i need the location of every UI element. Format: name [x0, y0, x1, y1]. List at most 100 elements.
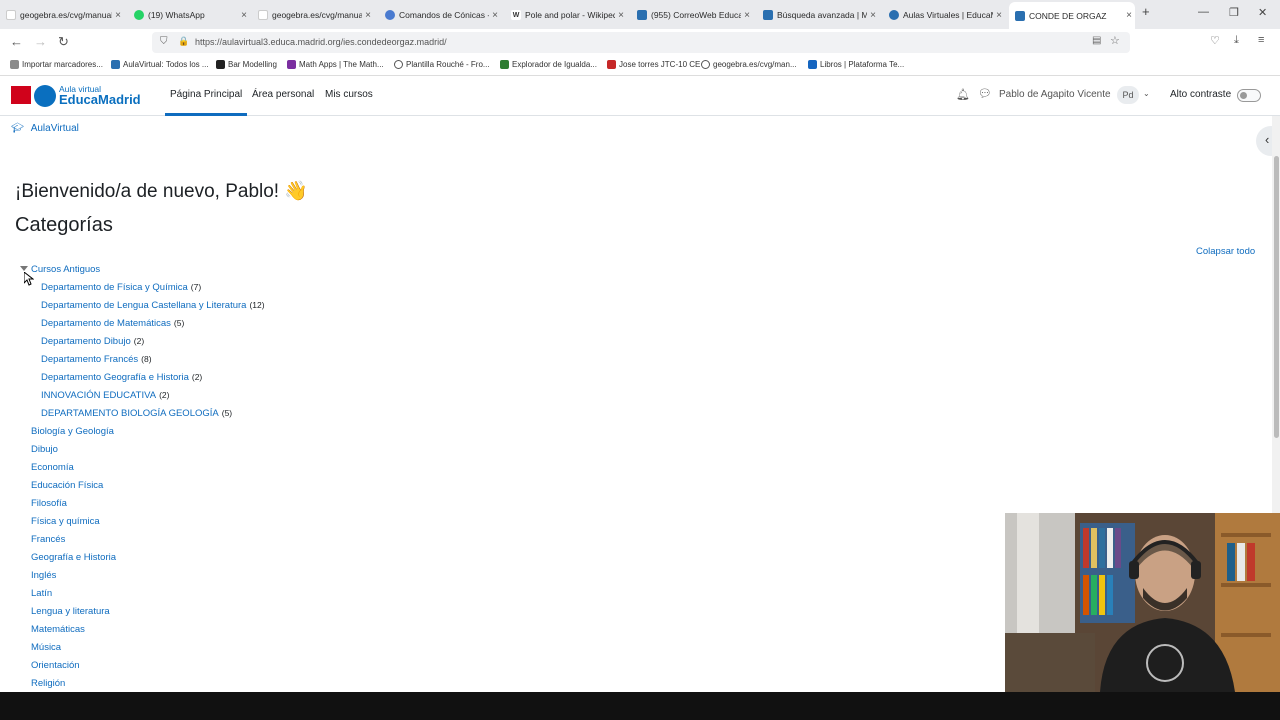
scrollbar-thumb[interactable]	[1274, 156, 1279, 438]
address-bar[interactable]: ⛉ 🔒 https://aulavirtual3.educa.madrid.or…	[152, 32, 1130, 53]
browser-tab-active[interactable]: CONDE DE ORGAZ ×	[1009, 2, 1135, 29]
high-contrast-toggle[interactable]	[1237, 89, 1261, 102]
browser-toolbar: ← → ↻ ⛉ 🔒 https://aulavirtual3.educa.mad…	[0, 29, 1280, 56]
lock-icon[interactable]: 🔒	[178, 36, 189, 47]
subcategory-item[interactable]: Departamento de Física y Química (7)	[41, 282, 201, 293]
category-link[interactable]: Religión	[31, 678, 65, 689]
chat-bubble-icon[interactable]: 💬︎	[978, 87, 992, 100]
nav-home-link[interactable]: Página Principal	[170, 89, 242, 100]
category-link[interactable]: Francés	[31, 534, 65, 545]
educamadrid-logo-icon[interactable]	[34, 85, 56, 107]
tab-favicon-icon	[385, 10, 395, 20]
category-link[interactable]: Dibujo	[31, 444, 58, 455]
high-contrast-label: Alto contraste	[1170, 89, 1232, 100]
tab-favicon-icon	[763, 10, 773, 20]
forward-arrow-icon[interactable]: →	[34, 34, 47, 49]
restore-icon[interactable]: ❐	[1229, 6, 1239, 19]
subcategory-item[interactable]: DEPARTAMENTO BIOLOGÍA GEOLOGÍA (5)	[41, 408, 232, 419]
bookmark-star-icon[interactable]: ☆	[1110, 34, 1120, 47]
subcategory-item[interactable]: Departamento Dibujo (2)	[41, 336, 144, 347]
category-link[interactable]: Matemáticas	[31, 624, 85, 635]
browser-tab-strip: geogebra.es/cvg/manual/co × (19) WhatsAp…	[0, 0, 1280, 29]
tab-close-icon[interactable]: ×	[362, 10, 374, 21]
logo-title[interactable]: EducaMadrid	[59, 92, 141, 107]
tab-close-icon[interactable]: ×	[615, 10, 627, 21]
book-icon	[808, 60, 817, 69]
category-link[interactable]: Inglés	[31, 570, 56, 581]
subcategory-item[interactable]: Departamento Geografía e Historia (2)	[41, 372, 202, 383]
bookmark-item[interactable]: AulaVirtual: Todos los ...	[111, 60, 209, 69]
browser-tab[interactable]: (19) WhatsApp ×	[128, 4, 250, 26]
pi-icon	[216, 60, 225, 69]
bookmark-item[interactable]: Explorador de Igualda...	[500, 60, 597, 69]
tab-close-icon[interactable]: ×	[238, 10, 250, 21]
subcategory-item[interactable]: Departamento de Matemáticas (5)	[41, 318, 184, 329]
menu-icon[interactable]: ≡	[1258, 34, 1264, 46]
download-icon[interactable]: ⤓	[1234, 34, 1239, 47]
reader-view-icon[interactable]: ▤	[1092, 35, 1101, 46]
nav-my-courses-link[interactable]: Mis cursos	[325, 89, 373, 100]
category-link[interactable]: Filosofía	[31, 498, 67, 509]
tab-title: Aulas Virtuales | EducaM	[903, 10, 993, 20]
browser-tab[interactable]: (955) CorreoWeb EducaM ×	[631, 4, 753, 26]
nav-dashboard-link[interactable]: Área personal	[252, 89, 314, 100]
subcategory-item[interactable]: INNOVACIÓN EDUCATIVA (2)	[41, 390, 169, 401]
browser-tab[interactable]: Comandos de Cónicas - ×	[379, 4, 501, 26]
new-tab-button[interactable]: +	[1142, 4, 1150, 19]
tab-close-icon[interactable]: ×	[993, 10, 1005, 21]
graduation-cap-icon: 🎓︎	[11, 123, 24, 134]
subcategory-item[interactable]: Departamento Francés (8)	[41, 354, 152, 365]
bell-icon[interactable]: 🔔︎	[956, 88, 970, 101]
bookmark-item[interactable]: Bar Modelling	[216, 60, 277, 69]
category-link[interactable]: Lengua y literatura	[31, 606, 110, 617]
user-name[interactable]: Pablo de Agapito Vicente	[999, 89, 1111, 100]
tab-favicon-icon	[258, 10, 268, 20]
reload-icon[interactable]: ↻	[58, 34, 69, 50]
tab-title: (955) CorreoWeb EducaM	[651, 10, 741, 20]
bookmarks-bar: Importar marcadores... AulaVirtual: Todo…	[0, 56, 1280, 76]
collapse-all-link[interactable]: Colapsar todo	[1196, 246, 1255, 257]
shield-icon[interactable]: ⛉	[160, 36, 168, 47]
bookmark-item[interactable]: geogebra.es/cvg/man...	[701, 60, 797, 69]
tab-close-icon[interactable]: ×	[867, 10, 879, 21]
category-link[interactable]: Física y química	[31, 516, 100, 527]
category-link[interactable]: Latín	[31, 588, 52, 599]
category-link-parent[interactable]: Cursos Antiguos	[31, 264, 100, 275]
breadcrumb-link[interactable]: AulaVirtual	[31, 123, 79, 134]
category-link[interactable]: Música	[31, 642, 61, 653]
minimize-icon[interactable]: —	[1198, 6, 1209, 18]
url-text[interactable]: https://aulavirtual3.educa.madrid.org/ie…	[195, 37, 447, 47]
category-link[interactable]: Geografía e Historia	[31, 552, 116, 563]
tab-favicon-icon	[889, 10, 899, 20]
browser-tab[interactable]: geogebra.es/cvg/manual/co ×	[252, 4, 374, 26]
tab-close-icon[interactable]: ×	[112, 10, 124, 21]
bookmark-item[interactable]: Plantilla Rouché - Fro...	[394, 60, 490, 69]
bookmark-item[interactable]: Libros | Plataforma Te...	[808, 60, 904, 69]
window-close-icon[interactable]: ✕	[1258, 6, 1267, 19]
browser-tab[interactable]: geogebra.es/cvg/manual/co ×	[0, 4, 124, 26]
wikipedia-w-icon: W	[511, 10, 521, 20]
caret-down-icon[interactable]	[20, 266, 28, 271]
tab-close-icon[interactable]: ×	[741, 10, 753, 21]
pocket-icon[interactable]: ♡	[1210, 34, 1220, 47]
bookmark-item[interactable]: Jose torres JTC-10 CE	[607, 60, 700, 69]
bookmark-item[interactable]: Importar marcadores...	[10, 60, 103, 69]
tab-close-icon[interactable]: ×	[1123, 10, 1135, 21]
chevron-down-icon[interactable]: ⌄	[1143, 89, 1150, 98]
back-arrow-icon[interactable]: ←	[10, 34, 23, 49]
category-link[interactable]: Educación Física	[31, 480, 103, 491]
category-link[interactable]: Biología y Geología	[31, 426, 114, 437]
bottom-black-bar	[0, 692, 1280, 720]
browser-tab[interactable]: Aulas Virtuales | EducaM ×	[883, 4, 1005, 26]
category-link[interactable]: Economía	[31, 462, 74, 473]
subcategory-item[interactable]: Departamento de Lengua Castellana y Lite…	[41, 300, 265, 311]
category-link[interactable]: Orientación	[31, 660, 80, 671]
browser-tab[interactable]: W Pole and polar - Wikipedi ×	[505, 4, 627, 26]
bookmark-item[interactable]: Math Apps | The Math...	[287, 60, 384, 69]
avatar[interactable]: Pd	[1117, 86, 1139, 104]
comunidad-madrid-logo[interactable]	[11, 86, 31, 104]
tab-title: (19) WhatsApp	[148, 10, 205, 20]
browser-tab[interactable]: Búsqueda avanzada | Me ×	[757, 4, 879, 26]
tab-close-icon[interactable]: ×	[489, 10, 501, 21]
site-navbar: Aula virtual EducaMadrid Página Principa…	[0, 76, 1280, 116]
